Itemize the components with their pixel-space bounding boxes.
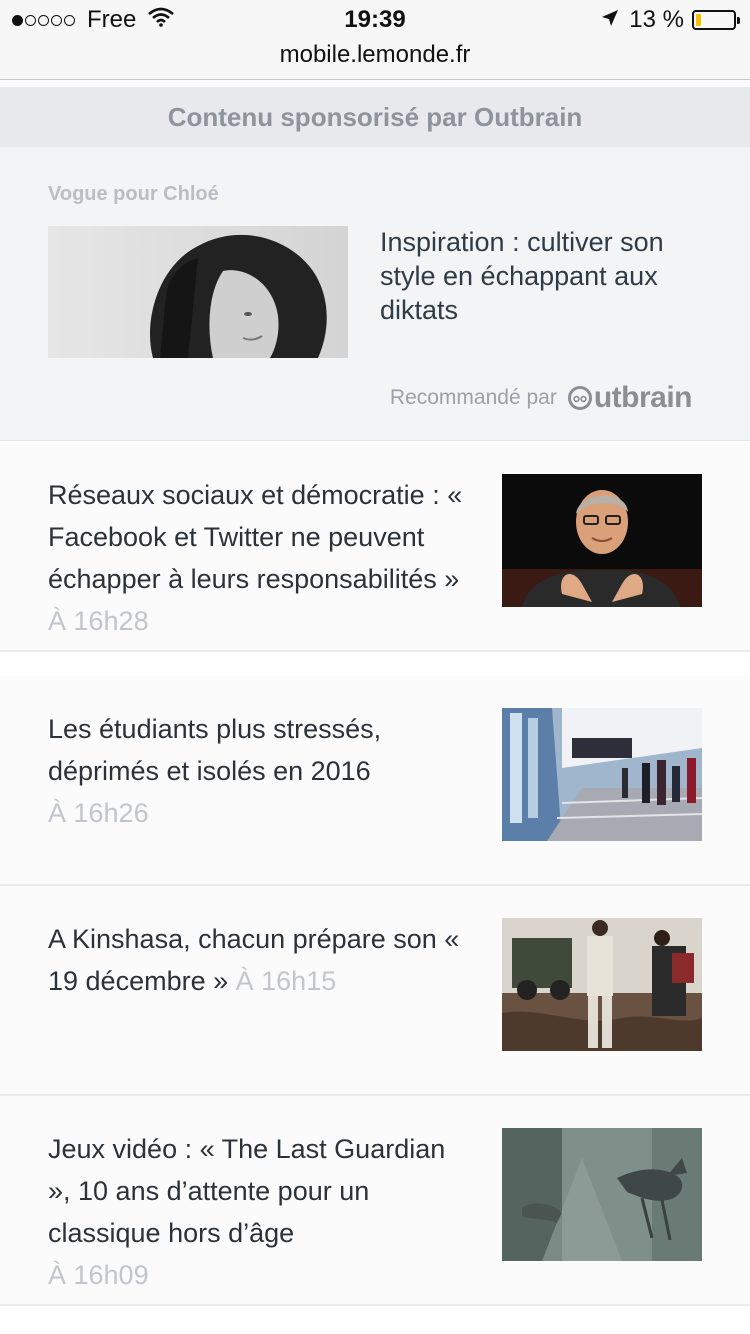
url-bar[interactable]: mobile.lemonde.fr — [0, 40, 750, 80]
article-time: À 16h28 — [48, 606, 149, 636]
article-thumbnail[interactable] — [502, 708, 702, 841]
outbrain-brand-text: utbrain — [593, 381, 693, 414]
sponsored-source: Vogue pour Chloé — [48, 183, 219, 205]
sponsored-header: Contenu sponsorisé par Outbrain — [0, 87, 750, 147]
sponsored-card[interactable]: Vogue pour Chloé Inspiration : cultiver … — [0, 147, 750, 441]
article-time: À 16h26 — [48, 798, 149, 828]
article-thumbnail[interactable] — [502, 474, 702, 607]
sponsored-title[interactable]: Inspiration : cultiver son style en écha… — [380, 225, 710, 327]
outbrain-attribution[interactable]: Recommandé par utbrain — [389, 381, 693, 415]
article-thumbnail[interactable] — [502, 1128, 702, 1261]
divider — [0, 80, 750, 87]
outbrain-logo-icon — [567, 386, 592, 410]
article-title-text[interactable]: Les étudiants plus stressés, déprimés et… — [48, 714, 381, 786]
article-title[interactable]: Réseaux sociaux et démocratie : « Facebo… — [48, 474, 468, 642]
recommended-label: Recommandé par — [389, 386, 557, 409]
status-bar: Free 19:39 13 % — [0, 0, 750, 40]
article-title[interactable]: Jeux vidéo : « The Last Guardian », 10 a… — [48, 1128, 468, 1296]
article-title-text[interactable]: Jeux vidéo : « The Last Guardian », 10 a… — [48, 1134, 445, 1248]
article-title-text[interactable]: Réseaux sociaux et démocratie : « Facebo… — [48, 480, 462, 594]
battery-icon — [692, 10, 740, 30]
article-time: À 16h15 — [235, 966, 337, 996]
location-arrow-icon — [601, 6, 619, 34]
article-thumbnail[interactable] — [502, 918, 702, 1051]
battery-percent: 13 % — [629, 6, 684, 33]
sponsored-image[interactable] — [48, 226, 348, 358]
article-title[interactable]: A Kinshasa, chacun prépare son « 19 déce… — [48, 918, 468, 1002]
bottom-spacer — [0, 1326, 750, 1334]
url-text[interactable]: mobile.lemonde.fr — [280, 41, 471, 68]
outbrain-logo[interactable]: utbrain — [567, 381, 693, 415]
article-title[interactable]: Les étudiants plus stressés, déprimés et… — [48, 708, 468, 834]
status-right: 13 % — [601, 6, 740, 34]
article-item[interactable]: Réseaux sociaux et démocratie : « Facebo… — [0, 442, 750, 652]
article-time: À 16h09 — [48, 1260, 149, 1290]
battery-fill — [696, 14, 701, 26]
article-item[interactable]: Jeux vidéo : « The Last Guardian », 10 a… — [0, 1096, 750, 1306]
article-item[interactable]: Les étudiants plus stressés, déprimés et… — [0, 676, 750, 886]
article-item[interactable]: A Kinshasa, chacun prépare son « 19 déce… — [0, 886, 750, 1096]
